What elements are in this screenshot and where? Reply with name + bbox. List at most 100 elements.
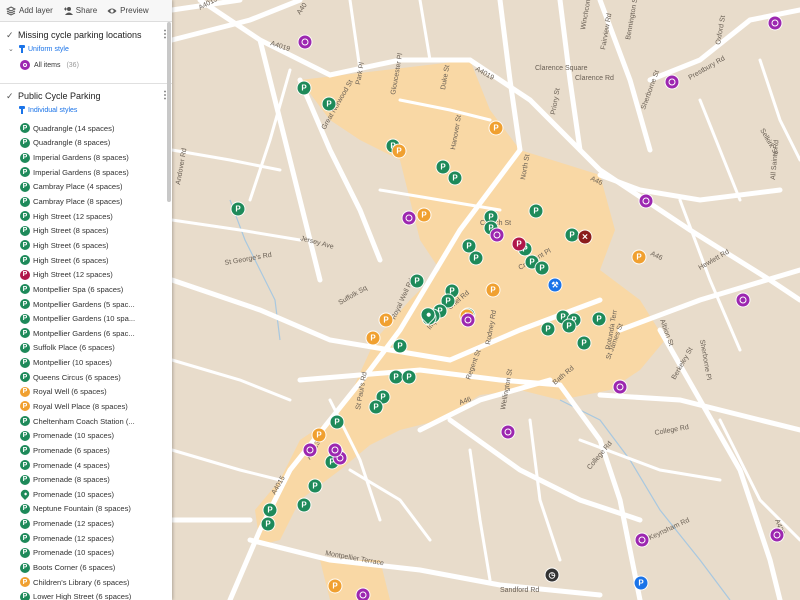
list-item[interactable]: P Montpellier Gardens (6 spac... <box>0 326 172 341</box>
list-item[interactable]: P Promenade (12 spaces) <box>0 531 172 546</box>
parking-marker[interactable]: P <box>632 250 646 264</box>
parking-marker[interactable]: P <box>592 312 606 326</box>
missing-parking-marker[interactable] <box>770 528 784 542</box>
list-item[interactable]: P Promenade (6 spaces) <box>0 443 172 458</box>
check-icon[interactable]: ✓ <box>6 30 16 41</box>
missing-parking-marker[interactable] <box>665 75 679 89</box>
missing-parking-marker[interactable] <box>639 194 653 208</box>
parking-marker[interactable]: P <box>389 370 403 384</box>
parking-marker[interactable]: P <box>436 160 450 174</box>
parking-marker[interactable]: P <box>328 579 342 593</box>
missing-parking-marker[interactable] <box>635 533 649 547</box>
list-item[interactable]: P Promenade (10 spaces) <box>0 428 172 443</box>
parking-marker[interactable]: P <box>462 239 476 253</box>
list-item[interactable]: P Promenade (10 spaces) <box>0 546 172 561</box>
list-item[interactable]: P Queens Circus (6 spaces) <box>0 370 172 385</box>
check-icon[interactable]: ✓ <box>6 91 16 102</box>
missing-parking-marker[interactable] <box>490 228 504 242</box>
parking-marker[interactable]: P <box>469 251 483 265</box>
missing-parking-marker[interactable] <box>613 380 627 394</box>
parking-marker[interactable]: P <box>410 274 424 288</box>
preview-button[interactable]: Preview <box>107 6 149 16</box>
list-item[interactable]: P Promenade (4 spaces) <box>0 458 172 473</box>
parking-marker[interactable]: P <box>330 415 344 429</box>
list-item[interactable]: P Children's Library (6 spaces) <box>0 575 172 590</box>
close-marker-icon[interactable]: ✕ <box>578 230 592 244</box>
missing-parking-marker[interactable] <box>356 588 370 600</box>
list-item[interactable]: P Quadrangle (14 spaces) <box>0 121 172 136</box>
parking-marker[interactable]: P <box>417 208 431 222</box>
list-item[interactable]: P Cheltenham Coach Station (... <box>0 414 172 429</box>
missing-parking-marker[interactable] <box>501 425 515 439</box>
parking-marker[interactable]: P <box>393 339 407 353</box>
list-item[interactable]: P High Street (12 spaces) <box>0 209 172 224</box>
parking-marker[interactable]: P <box>308 479 322 493</box>
parking-marker[interactable]: P <box>541 322 555 336</box>
list-item[interactable]: P Imperial Gardens (8 spaces) <box>0 165 172 180</box>
parking-marker[interactable]: P <box>529 204 543 218</box>
parking-marker[interactable]: P <box>297 498 311 512</box>
list-item[interactable]: P Montpellier (10 spaces) <box>0 355 172 370</box>
list-item[interactable]: P Montpellier Gardens (5 spac... <box>0 297 172 312</box>
list-item[interactable]: P Montpellier Spa (6 spaces) <box>0 282 172 297</box>
parking-marker[interactable]: P <box>366 331 380 345</box>
parking-marker[interactable]: P <box>562 319 576 333</box>
list-item[interactable]: P Cambray Place (8 spaces) <box>0 194 172 209</box>
missing-parking-marker[interactable] <box>736 293 750 307</box>
missing-parking-marker[interactable] <box>328 443 342 457</box>
missing-parking-marker[interactable] <box>768 16 782 30</box>
parking-marker[interactable]: P <box>312 428 326 442</box>
parking-marker[interactable]: P <box>512 237 526 251</box>
list-item[interactable]: P Imperial Gardens (8 spaces) <box>0 150 172 165</box>
more-options-icon[interactable]: ⋮ <box>160 91 170 101</box>
add-layer-button[interactable]: Add layer <box>6 5 53 16</box>
wrench-icon[interactable]: ⚒ <box>548 278 562 292</box>
parking-marker[interactable]: P <box>369 400 383 414</box>
parking-marker[interactable]: P <box>565 228 579 242</box>
layer-missing-parking[interactable]: ✓ Missing cycle parking locations ⋮ <box>0 27 172 43</box>
parking-marker[interactable]: P <box>535 261 549 275</box>
parking-marker[interactable]: P <box>448 171 462 185</box>
missing-parking-marker[interactable] <box>303 443 317 457</box>
parking-marker[interactable]: P <box>392 144 406 158</box>
parking-marker[interactable]: P <box>261 517 275 531</box>
list-item[interactable]: P Royal Well (6 spaces) <box>0 385 172 400</box>
sidebar-scrollbar[interactable] <box>167 22 171 202</box>
parking-marker[interactable]: P <box>379 313 393 327</box>
parking-marker[interactable]: P <box>322 97 336 111</box>
share-button[interactable]: Share <box>63 6 97 16</box>
layer-style-row[interactable]: ⌄ Uniform style <box>0 43 172 55</box>
list-item[interactable]: P Quadrangle (8 spaces) <box>0 136 172 151</box>
list-item[interactable]: P Promenade (8 spaces) <box>0 472 172 487</box>
parking-marker[interactable]: P <box>231 202 245 216</box>
list-item[interactable]: P High Street (12 spaces) <box>0 267 172 282</box>
list-item[interactable]: P High Street (8 spaces) <box>0 223 172 238</box>
list-item[interactable]: P High Street (6 spaces) <box>0 238 172 253</box>
list-item[interactable]: P High Street (6 spaces) <box>0 253 172 268</box>
parking-marker[interactable]: P <box>486 283 500 297</box>
list-item[interactable]: P Neptune Fountain (8 spaces) <box>0 502 172 517</box>
list-item[interactable]: P Lower High Street (6 spaces) <box>0 590 172 600</box>
more-options-icon[interactable]: ⋮ <box>160 30 170 40</box>
list-item[interactable]: P Royal Well Place (8 spaces) <box>0 399 172 414</box>
parking-marker[interactable]: P <box>263 503 277 517</box>
parking-marker[interactable]: P <box>489 121 503 135</box>
layer-style-row[interactable]: Individual styles <box>0 104 172 116</box>
parking-marker[interactable]: P <box>297 81 311 95</box>
all-items-row[interactable]: All items (36) <box>0 55 172 75</box>
list-item-label: High Street (8 spaces) <box>33 226 109 236</box>
list-item[interactable]: P Suffolk Place (6 spaces) <box>0 341 172 356</box>
list-item[interactable]: P Boots Corner (6 spaces) <box>0 560 172 575</box>
list-item[interactable]: P Montpellier Gardens (10 spa... <box>0 311 172 326</box>
layer-public-parking[interactable]: ✓ Public Cycle Parking ⋮ <box>0 88 172 104</box>
parking-marker[interactable]: P <box>577 336 591 350</box>
clock-icon[interactable]: ◷ <box>545 568 559 582</box>
missing-parking-marker[interactable] <box>298 35 312 49</box>
parking-marker[interactable]: P <box>402 370 416 384</box>
list-item[interactable]: P Promenade (12 spaces) <box>0 516 172 531</box>
list-item[interactable]: P Cambray Place (4 spaces) <box>0 180 172 195</box>
list-item[interactable]: Promenade (10 spaces) <box>0 487 172 502</box>
missing-parking-marker[interactable] <box>402 211 416 225</box>
missing-parking-marker[interactable] <box>461 313 475 327</box>
parking-marker[interactable]: P <box>634 576 648 590</box>
